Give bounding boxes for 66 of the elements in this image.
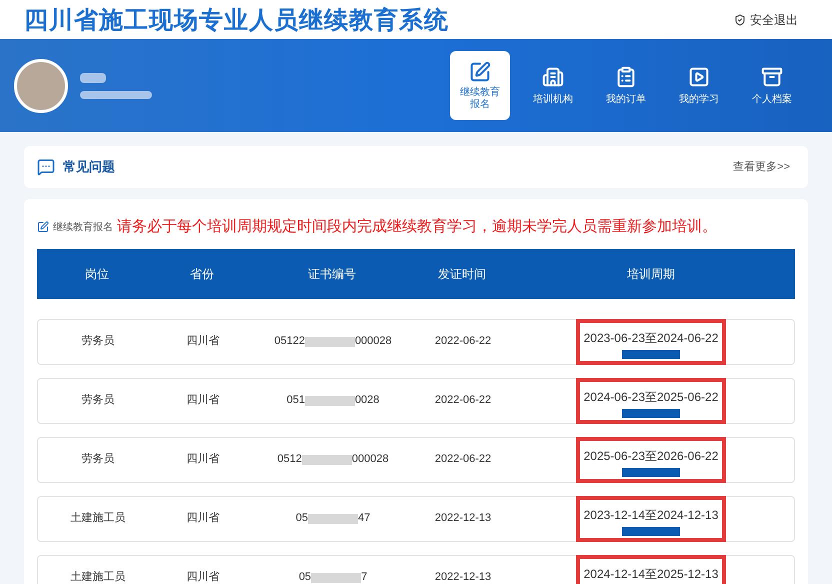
archive-icon: [761, 66, 783, 88]
faq-title: 常见问题: [63, 158, 115, 176]
table-cell-text: 四川省: [186, 334, 220, 350]
table-cell-text: 2023-06-23至2024-06-22: [584, 330, 718, 346]
table-cell-text: 0028: [354, 393, 380, 408]
blurred-digits: [304, 336, 355, 346]
table-cell-text: 05122: [274, 334, 305, 350]
table-cell-text: 2025-06-23至2026-06-22: [584, 448, 718, 464]
blurred-digits: [302, 454, 352, 464]
column-header: 证书编号: [308, 266, 356, 282]
play-book-icon: [688, 66, 710, 88]
section-label: 继续教育报名: [53, 220, 113, 235]
table-cell-text: 2022-06-22: [434, 452, 492, 468]
table-cell-text: 土建施工员: [70, 511, 126, 526]
year-badge: [622, 350, 680, 358]
table-cell-text: 2024-12-14至2025-12-13: [584, 566, 718, 582]
table-cell-text: 劳务员: [82, 334, 114, 350]
pen-square-icon: [469, 60, 491, 82]
shield-icon: [734, 14, 746, 26]
system-title: 四川省施工现场专业人员继续教育系统: [24, 4, 449, 36]
notice-text: 请务必于每个培训周期规定时间段内完成继续教育学习，逾期未学完人员需重新参加培训。: [117, 217, 717, 237]
table-cell-text: 2022-06-22: [434, 334, 492, 350]
nav-tab[interactable]: 我的学习: [669, 51, 729, 120]
building-icon: [542, 66, 564, 88]
column-header: 省份: [190, 266, 214, 282]
table-cell-text: 051: [286, 393, 305, 408]
logout-link[interactable]: 安全退出: [734, 10, 798, 28]
table-cell-text: 2022-12-13: [434, 511, 492, 526]
blurred-name: [80, 72, 106, 82]
table-cell-text: 四川省: [186, 393, 220, 408]
nav-tab[interactable]: 继续教育报名: [450, 51, 510, 120]
table-cell-text: 四川省: [186, 570, 220, 584]
table-cell-text: 土建施工员: [70, 570, 126, 584]
table-cell-text: 2023-12-14至2024-12-13: [584, 506, 718, 524]
table-cell-text: 2022-06-22: [434, 393, 492, 408]
more-link[interactable]: 查看更多>>: [733, 158, 790, 176]
table-cell-text: 2024-06-23至2025-06-22: [584, 388, 718, 406]
table-cell-text: 0512: [277, 452, 302, 468]
blurred-digits: [308, 514, 358, 524]
year-badge: [622, 408, 680, 418]
table-cell-text: 47: [358, 511, 370, 526]
table-cell-text: 劳务员: [82, 393, 114, 408]
table-cell-text: 05: [296, 511, 308, 526]
clipboard-icon: [615, 66, 637, 88]
blurred-id: [80, 90, 152, 98]
year-badge: [622, 526, 680, 536]
avatar: [14, 58, 68, 112]
nav-tab[interactable]: 培训机构: [523, 51, 583, 120]
table-cell-text: 7: [361, 570, 368, 584]
table-cell-text: 劳务员: [82, 452, 114, 468]
nav-tab[interactable]: 个人档案: [742, 51, 802, 120]
column-header: 岗位: [85, 266, 109, 282]
table-cell-text: 05: [298, 570, 312, 584]
chat-icon: [37, 158, 55, 176]
blurred-digits: [304, 396, 355, 406]
year-badge: [622, 468, 680, 476]
column-header: 发证时间: [438, 266, 486, 282]
table-cell-text: 000028: [354, 334, 392, 350]
nav-tab[interactable]: 我的订单: [596, 51, 656, 120]
pen-square-icon: [37, 221, 49, 234]
column-header: 培训周期: [627, 266, 675, 282]
blurred-digits: [311, 572, 362, 582]
table-cell-text: 四川省: [186, 452, 220, 468]
table-cell-text: 000028: [352, 452, 389, 468]
table-cell-text: 2022-12-13: [434, 570, 492, 584]
table-cell-text: 四川省: [186, 511, 220, 526]
